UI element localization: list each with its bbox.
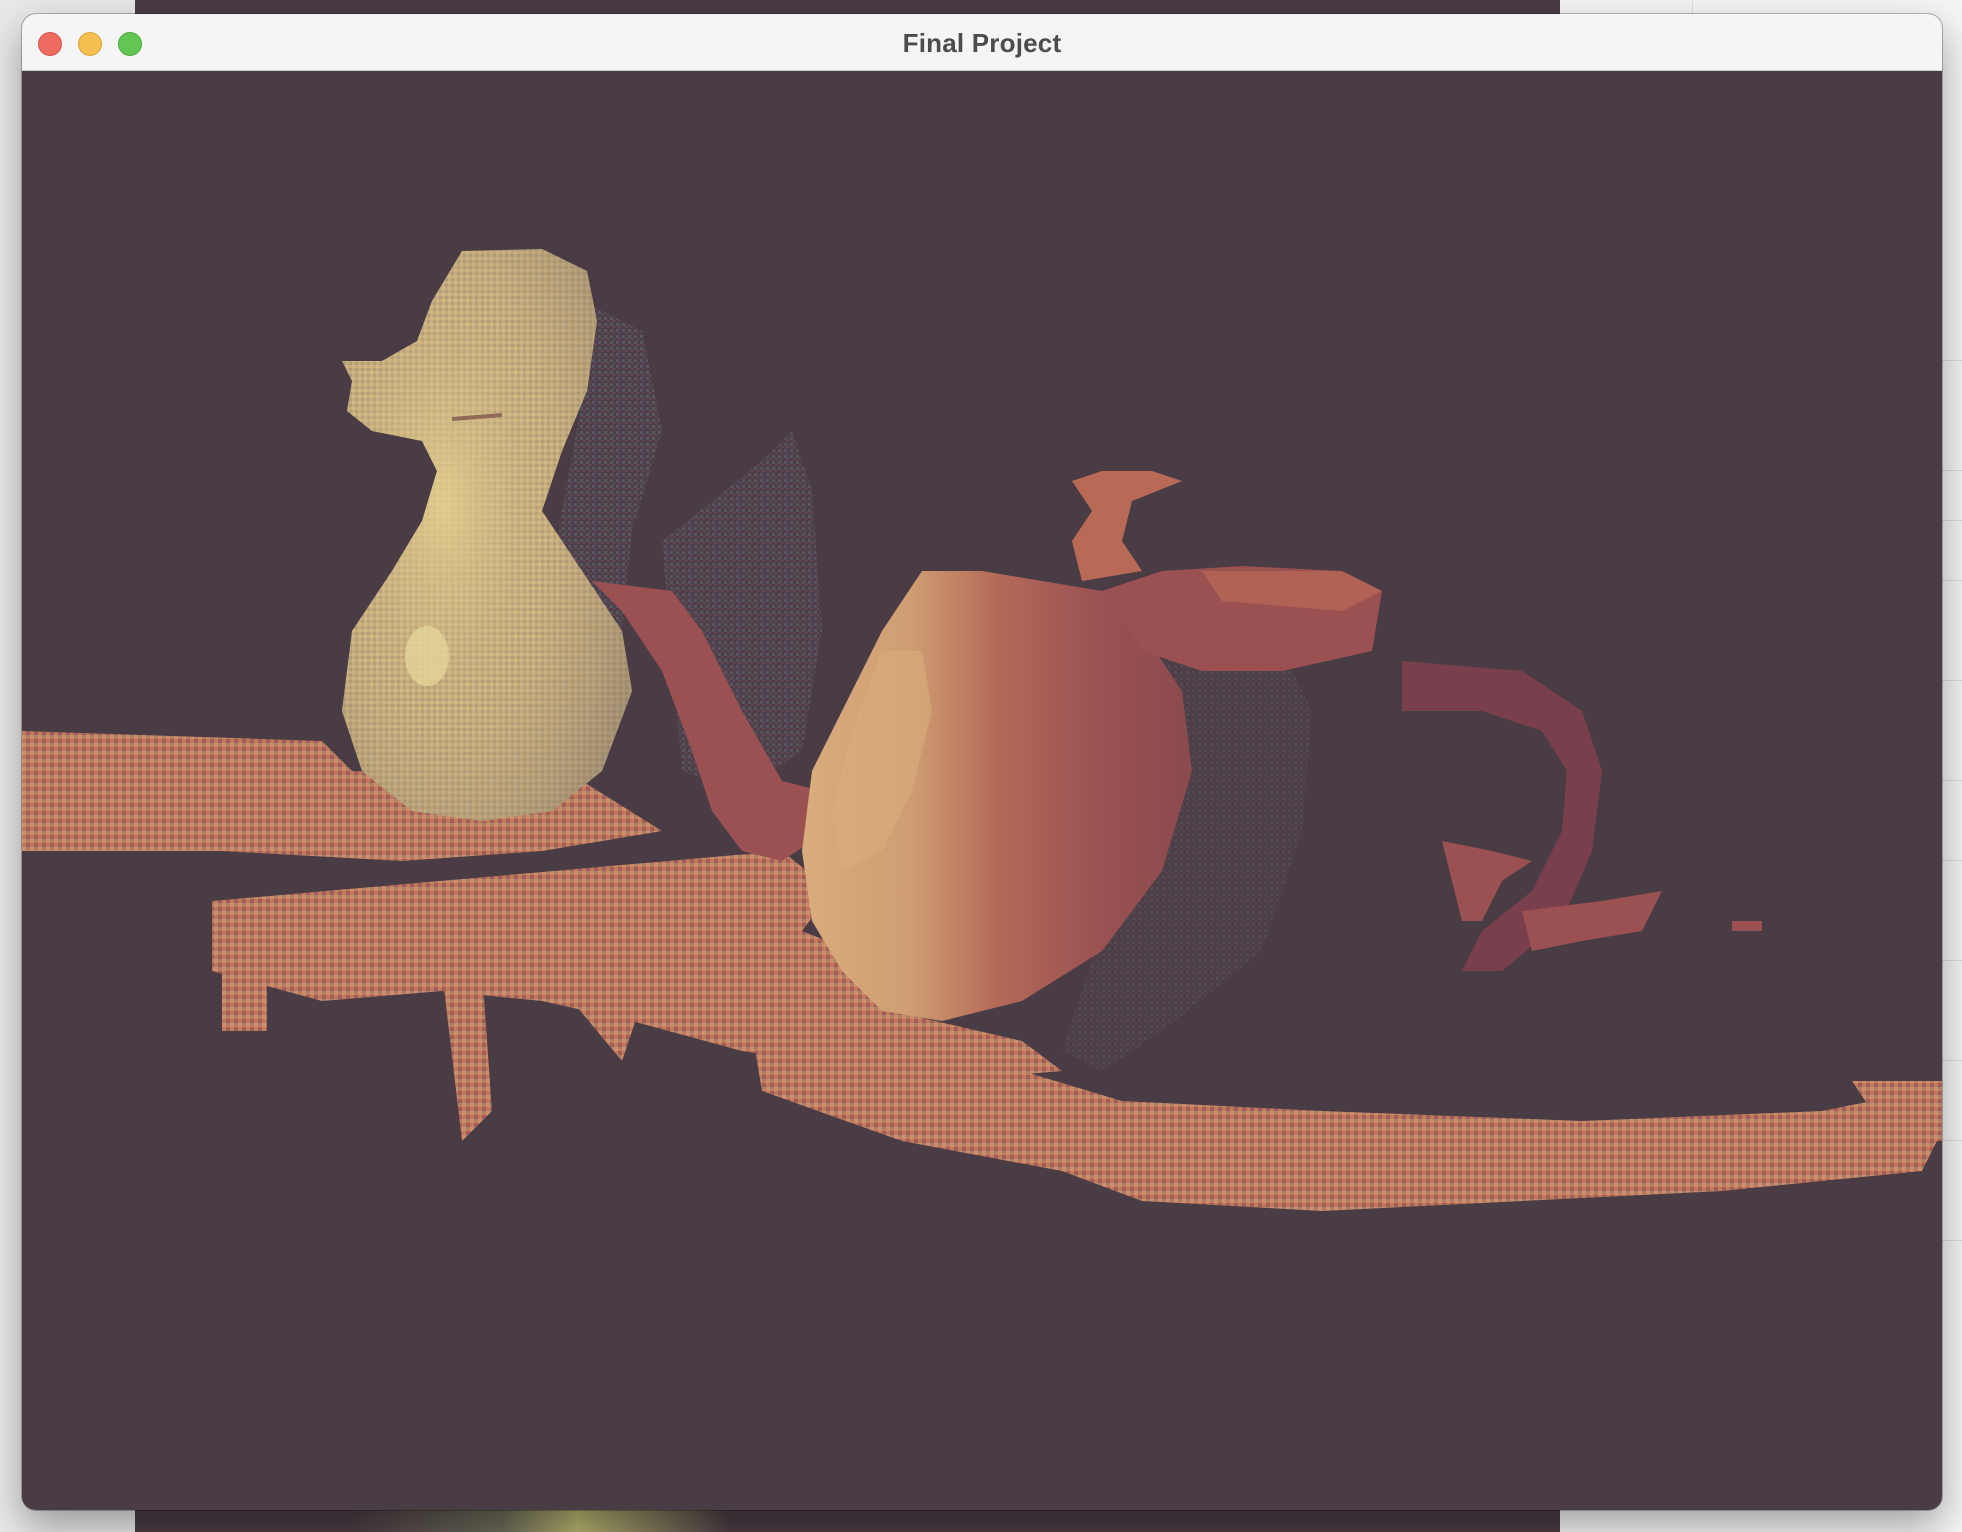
app-window: Final Project (22, 14, 1942, 1510)
desktop: Final Project (0, 0, 1962, 1532)
render-viewport[interactable] (22, 71, 1942, 1510)
window-title: Final Project (902, 28, 1062, 58)
rendered-scene (22, 249, 1942, 1211)
title-bar[interactable]: Final Project (22, 14, 1942, 71)
